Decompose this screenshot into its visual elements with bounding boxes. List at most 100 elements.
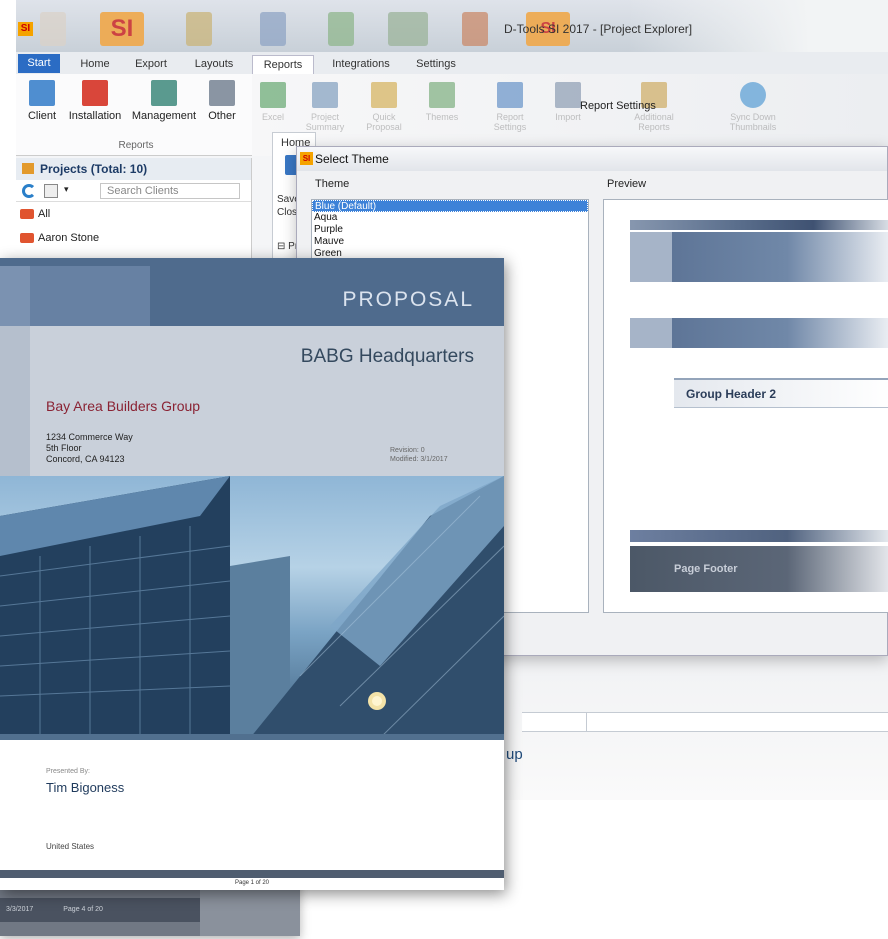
company-address: 1234 Commerce Way 5th Floor Concord, CA …	[46, 432, 133, 465]
quick-proposal-label: Quick Proposal	[366, 112, 402, 132]
app-logo-icon: SI	[300, 152, 313, 165]
preview-footer-top	[630, 530, 888, 542]
project-name: BABG Headquarters	[300, 346, 474, 367]
themes-label: Themes	[425, 112, 459, 122]
project-item-aaron-stone[interactable]: Aaron Stone	[16, 226, 251, 250]
si-icon: SI	[100, 12, 144, 46]
company-name: Bay Area Builders Group	[46, 398, 201, 414]
tab-home[interactable]: Home	[74, 55, 116, 74]
back-page-date: 3/3/2017	[6, 906, 34, 913]
theme-option-purple[interactable]: Purple	[312, 224, 588, 236]
client-icon	[20, 233, 34, 243]
project-summary-icon	[312, 82, 338, 108]
page-footer-bar	[0, 870, 504, 878]
report-settings-button[interactable]: Report Settings	[482, 82, 538, 132]
presented-by-label: Presented By:	[46, 768, 90, 775]
tab-export[interactable]: Export	[128, 55, 174, 74]
report-settings-small-label: Report Settings	[493, 112, 527, 132]
themes-icon	[429, 82, 455, 108]
client-icon	[29, 80, 55, 106]
excel-icon	[328, 12, 354, 46]
back-page-footer: 3/3/2017 Page 4 of 20	[0, 898, 200, 922]
tab-start[interactable]: Start	[18, 54, 60, 73]
client-label: Client	[27, 110, 57, 122]
client-report-button[interactable]: Client	[22, 80, 62, 122]
preview-label: Preview	[607, 178, 647, 190]
address-line-1: 1234 Commerce Way	[46, 432, 133, 442]
building-photo	[0, 476, 504, 738]
project-item-label: All	[38, 208, 51, 220]
title-bar: SI SI SI D-Tools SI 2017 - [Project Expl…	[16, 0, 888, 52]
preview-band-top	[630, 220, 888, 230]
theme-option-aqua[interactable]: Aqua	[312, 212, 588, 224]
quick-proposal-icon	[371, 82, 397, 108]
excel-button[interactable]: Excel	[258, 82, 288, 122]
modified-text: Modified: 3/1/2017	[390, 456, 448, 463]
proposal-heading: PROPOSAL	[342, 288, 474, 311]
tab-integrations[interactable]: Integrations	[320, 55, 402, 74]
background-panel: up	[502, 656, 888, 800]
project-item-label: Aaron Stone	[38, 232, 100, 244]
project-summary-label: Project Summary	[305, 112, 345, 132]
additional-reports-label: Additional Reports	[634, 112, 674, 132]
projects-title: Projects (Total: 10)	[40, 162, 148, 176]
sync-icon	[740, 82, 766, 108]
search-input[interactable]: Search Clients	[100, 183, 240, 199]
chevron-down-icon[interactable]: ▾	[64, 184, 69, 195]
ribbon-reports-group: Client Installation Management Other Rep…	[16, 74, 256, 156]
address-line-3: Concord, CA 94123	[46, 454, 125, 464]
quick-proposal-button[interactable]: Quick Proposal	[360, 82, 408, 132]
preview-group-header-1	[630, 318, 888, 348]
ribbon-tabs: Start Home Export Layouts Reports Integr…	[16, 52, 888, 74]
page-footer-label: Page Footer	[674, 563, 738, 575]
theme-option-mauve[interactable]: Mauve	[312, 236, 588, 248]
sync-down-label: Sync Down Thumbnails	[729, 112, 777, 132]
other-report-button[interactable]: Other	[204, 80, 240, 122]
header-block-b	[30, 266, 150, 326]
management-report-button[interactable]: Management	[128, 80, 200, 122]
tab-settings[interactable]: Settings	[410, 55, 462, 74]
preview-page-footer: Page Footer	[630, 546, 888, 592]
divider-strip	[0, 734, 504, 740]
client-icon	[20, 209, 34, 219]
installation-label: Installation	[68, 110, 122, 122]
theme-label: Theme	[315, 178, 350, 190]
preview-group-header-2: Group Header 2	[674, 378, 888, 408]
ribbon-secondary: Excel Project Summary Quick Proposal The…	[252, 74, 888, 156]
document-icon	[40, 12, 66, 46]
project-summary-button[interactable]: Project Summary	[304, 82, 346, 132]
presenter-name: Tim Bigoness	[46, 780, 125, 795]
tab-layouts[interactable]: Layouts	[188, 55, 240, 74]
theme-option-blue[interactable]: Blue (Default)	[312, 200, 588, 212]
revision-text: Revision: 0	[390, 447, 425, 454]
sync-down-button[interactable]: Sync Down Thumbnails	[718, 82, 788, 132]
other-report-icon	[209, 80, 235, 106]
import-label: Import	[555, 112, 581, 122]
installation-report-button[interactable]: Installation	[66, 80, 124, 122]
folder-icon	[186, 12, 212, 46]
header-block-a	[0, 266, 30, 326]
themes-button[interactable]: Themes	[422, 82, 462, 122]
dialog-title: Select Theme	[315, 152, 389, 166]
projects-header: Projects (Total: 10)	[16, 158, 251, 180]
excel-button-icon	[260, 82, 286, 108]
filter-icon[interactable]	[44, 184, 58, 198]
import-icon	[555, 82, 581, 108]
report-settings-group-label: Report Settings	[580, 100, 656, 112]
back-page-number: Page 4 of 20	[63, 906, 103, 913]
country: United States	[46, 842, 95, 851]
background-text: up	[506, 746, 523, 763]
refresh-icon[interactable]	[22, 184, 36, 198]
management-label: Management	[131, 110, 197, 122]
word-icon	[260, 12, 286, 46]
management-icon	[151, 80, 177, 106]
project-item-all[interactable]: All	[16, 202, 251, 226]
group-header-label: Group Header 2	[686, 387, 777, 401]
tab-reports[interactable]: Reports	[252, 55, 314, 74]
theme-preview: Group Header 2 Page Footer	[603, 199, 888, 613]
band-shade	[0, 326, 30, 476]
folder-icon	[22, 163, 34, 174]
revision-info: Revision: 0 Modified: 3/1/2017	[390, 446, 448, 464]
ribbon-group-label: Reports	[118, 140, 154, 151]
image-icon	[388, 12, 428, 46]
